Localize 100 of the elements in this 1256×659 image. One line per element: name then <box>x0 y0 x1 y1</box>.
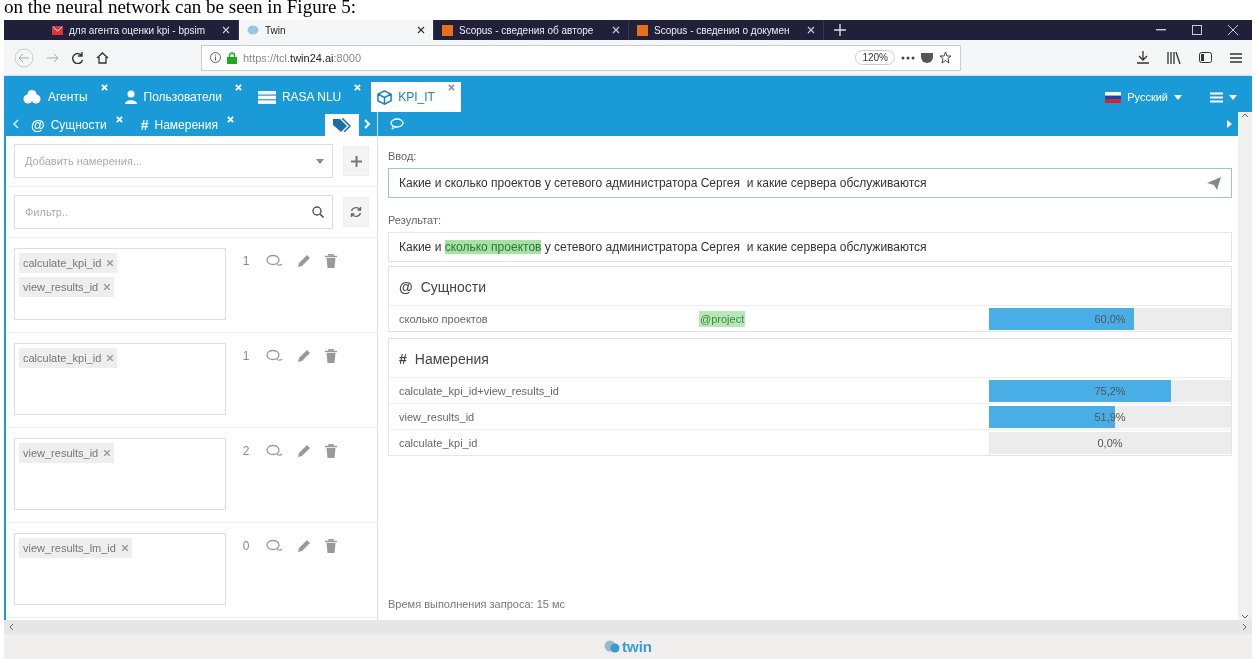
vertical-scrollbar[interactable] <box>1238 112 1252 620</box>
remove-icon[interactable] <box>104 450 111 456</box>
intent-tags-field[interactable]: calculate_kpi_id <box>14 343 226 415</box>
trash-icon[interactable] <box>325 539 337 553</box>
intent-tag[interactable]: calculate_kpi_id <box>19 253 118 273</box>
maximize-icon[interactable] <box>1192 25 1202 35</box>
tags-icon <box>333 118 351 132</box>
reload-icon[interactable] <box>72 51 84 64</box>
trash-icon[interactable] <box>325 254 337 268</box>
score-reading: 75,2% <box>1094 384 1126 397</box>
search-icon[interactable] <box>312 206 324 218</box>
tab-label: Намерения <box>154 118 218 132</box>
tab-label: Сущности <box>50 118 107 132</box>
menu-icon[interactable] <box>1230 52 1242 63</box>
pencil-icon[interactable] <box>297 444 311 458</box>
plus-icon <box>350 155 362 167</box>
scroll-right-icon[interactable] <box>1242 623 1248 631</box>
pencil-icon[interactable] <box>297 539 311 553</box>
add-intent-input[interactable]: Добавить намерения... <box>23 154 310 168</box>
example-count: 2 <box>241 444 251 458</box>
site-icon <box>637 24 648 36</box>
app-tab[interactable]: KPI_IT <box>371 82 461 112</box>
library-icon[interactable] <box>1167 51 1181 64</box>
address-bar[interactable]: https://tcl.twin24.ai:8000 120% <box>201 44 961 71</box>
query-field[interactable]: Какие и сколько проектов у сетевого администратора Сергея и какие сервера обслуживаются <box>388 168 1232 198</box>
section-tab[interactable]: # Намерения <box>132 114 240 136</box>
scroll-left-icon[interactable] <box>8 623 14 631</box>
tab-symbol: @ <box>31 117 45 133</box>
remove-icon[interactable] <box>121 545 128 551</box>
add-button[interactable] <box>343 146 369 176</box>
section-symbol: # <box>399 351 407 367</box>
pocket-icon[interactable] <box>921 52 933 63</box>
comments-icon[interactable] <box>266 444 283 458</box>
intent-tag[interactable]: calculate_kpi_id <box>19 348 118 368</box>
chevron-left-icon[interactable] <box>12 119 19 129</box>
row-text: calculate_kpi_id <box>399 436 479 449</box>
tab-symbol: # <box>140 117 149 133</box>
filter-field[interactable]: Фильтр.. <box>14 195 333 229</box>
language-selector[interactable]: Русский <box>1105 82 1252 112</box>
refresh-icon <box>350 206 362 218</box>
filter-input[interactable]: Фильтр.. <box>23 205 306 219</box>
example-count: 1 <box>241 349 251 363</box>
trash-icon[interactable] <box>325 349 337 363</box>
intent-tag[interactable]: view_results_lm_id <box>19 538 132 558</box>
scroll-up-icon[interactable] <box>1241 112 1249 118</box>
intent-tag[interactable]: view_results_id <box>19 443 115 463</box>
caption-text: on the neural network can be seen in Figure 5: <box>3 0 357 19</box>
close-icon[interactable] <box>417 26 425 34</box>
download-icon[interactable] <box>1137 51 1149 64</box>
remove-icon[interactable] <box>107 355 114 361</box>
more-icon[interactable] <box>901 55 915 60</box>
add-intent-select[interactable]: Добавить намерения... <box>14 144 333 178</box>
flag-icon <box>1105 91 1122 103</box>
entity-label: @project <box>699 310 746 327</box>
pencil-icon[interactable] <box>297 254 311 268</box>
chat-icon <box>390 118 404 130</box>
row-text: view_results_id <box>399 410 476 423</box>
mail-icon <box>52 25 63 35</box>
send-icon[interactable] <box>1207 176 1221 190</box>
plus-icon[interactable] <box>834 24 846 36</box>
expand-icon[interactable] <box>1227 120 1232 128</box>
chevron-right-icon[interactable] <box>363 119 371 129</box>
score-reading: 0,0% <box>1097 436 1123 449</box>
remove-icon[interactable] <box>107 260 114 266</box>
scroll-down-icon[interactable] <box>1241 614 1249 620</box>
minimize-icon[interactable] <box>1156 29 1166 31</box>
user-icon <box>123 90 138 104</box>
sidebar-icon[interactable] <box>1199 52 1212 63</box>
app-tab[interactable]: Пользователи <box>117 82 248 112</box>
tags-tab[interactable] <box>325 114 359 136</box>
section-tab[interactable]: @ Сущности <box>23 114 129 136</box>
browser-tab[interactable]: Twin <box>239 20 434 40</box>
comments-icon[interactable] <box>266 349 283 363</box>
server-icon <box>257 90 276 104</box>
intent-tag[interactable]: view_results_id <box>19 277 115 297</box>
app-tab[interactable]: RASA NLU <box>251 82 368 112</box>
trash-icon[interactable] <box>325 444 337 458</box>
timing-text: Время выполнения запроса: 15 мс <box>388 598 566 610</box>
home-icon[interactable] <box>96 51 109 64</box>
caret-icon <box>1174 94 1182 100</box>
score-reading: 60,0% <box>1094 312 1126 325</box>
row-text: calculate_kpi_id+view_results_id <box>399 384 560 397</box>
comments-icon[interactable] <box>266 254 283 268</box>
pencil-icon[interactable] <box>297 349 311 363</box>
section-title: Намерения <box>414 351 489 367</box>
comments-icon[interactable] <box>266 539 283 553</box>
refresh-button[interactable] <box>343 197 369 227</box>
section-title: Сущности <box>420 279 487 295</box>
star-icon[interactable] <box>939 51 952 64</box>
horizontal-scrollbar[interactable] <box>4 620 1252 634</box>
info-icon[interactable] <box>210 52 221 63</box>
menu-icon[interactable] <box>1210 91 1238 103</box>
intent-tags-field[interactable]: calculate_kpi_id view_results_id <box>14 248 226 320</box>
remove-icon[interactable] <box>104 284 111 290</box>
intent-tags-field[interactable]: view_results_id <box>14 438 226 510</box>
caret-icon <box>316 158 324 164</box>
intent-tags-field[interactable]: view_results_lm_id <box>14 533 226 605</box>
cubes-icon <box>22 90 42 104</box>
forward-icon[interactable] <box>46 51 60 64</box>
app-tab[interactable]: Агенты <box>16 82 114 112</box>
